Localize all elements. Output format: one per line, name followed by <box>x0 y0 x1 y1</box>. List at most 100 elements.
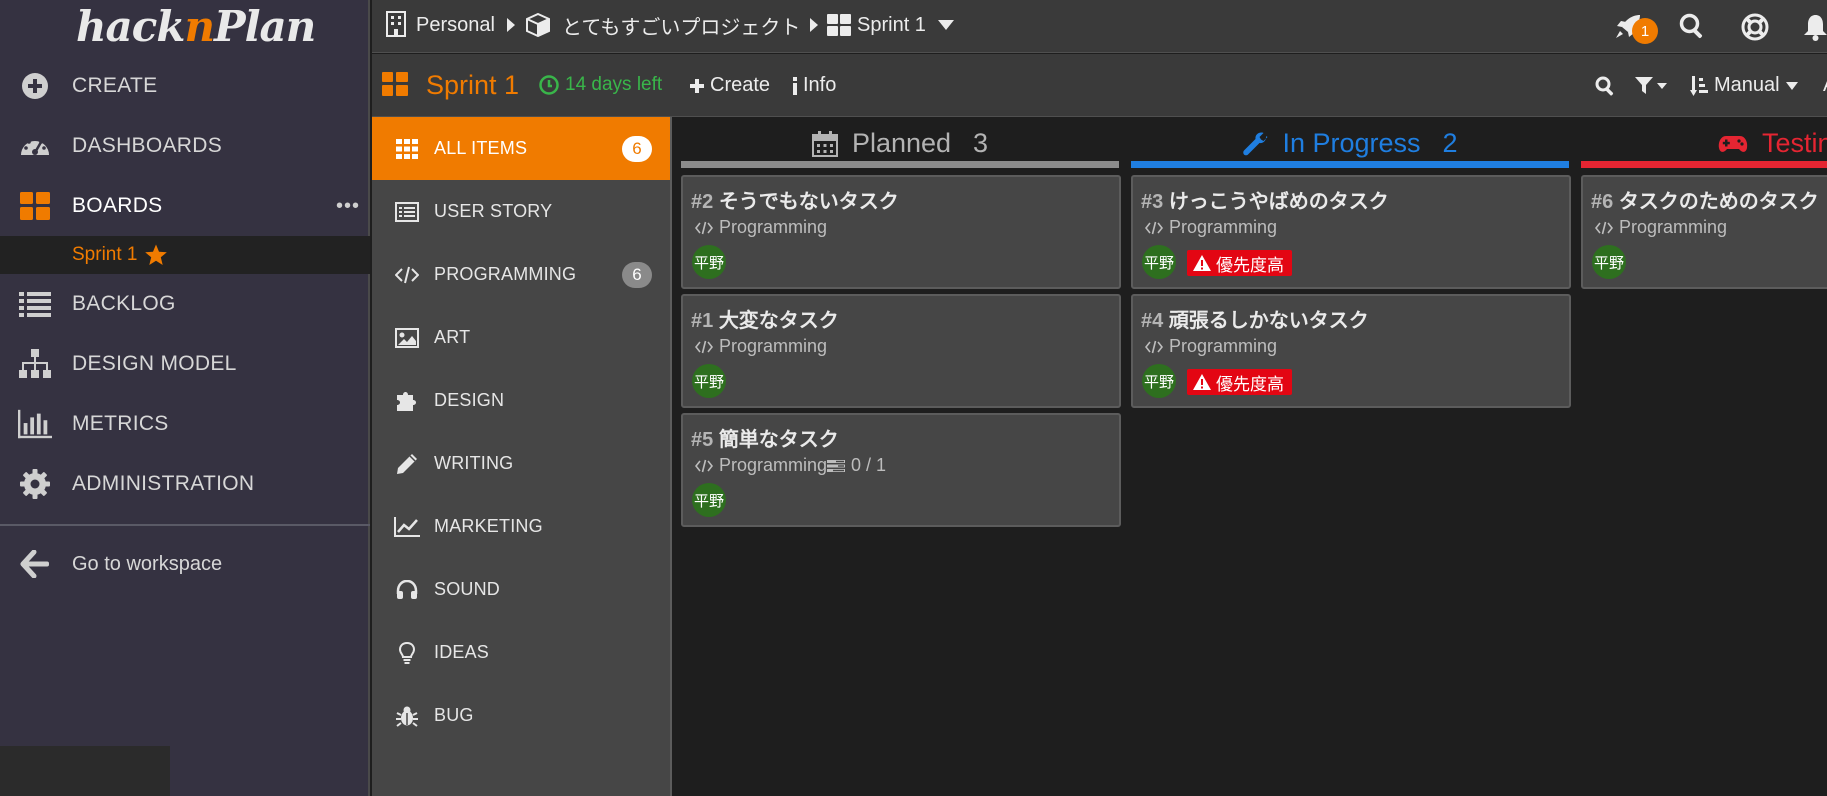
category-bug[interactable]: BUG <box>372 684 670 747</box>
nav-create[interactable]: CREATE <box>0 58 370 114</box>
app-logo[interactable]: hacknPlan <box>76 2 316 51</box>
boards-more-button[interactable]: ••• <box>336 195 360 218</box>
column-color-bar <box>681 161 1119 168</box>
breadcrumb-board[interactable]: Sprint 1 <box>857 0 926 50</box>
truncated-toolbar-item[interactable]: A <box>1823 74 1827 97</box>
list-card-icon <box>394 199 420 225</box>
subtasks-icon <box>827 459 845 473</box>
lifebuoy-icon[interactable] <box>1741 13 1769 41</box>
list-icon <box>18 287 52 321</box>
sort-dropdown[interactable]: Manual <box>1690 74 1798 97</box>
column-color-bar <box>1131 161 1569 168</box>
category-design[interactable]: DESIGN <box>372 369 670 432</box>
warning-icon <box>1193 255 1211 271</box>
avatar[interactable]: 平野 <box>1142 245 1176 279</box>
category-all-items[interactable]: ALL ITEMS 6 <box>372 117 670 180</box>
nav-boards-label: BOARDS <box>72 194 163 217</box>
bar-chart-icon <box>18 407 52 441</box>
column-title: In Progress <box>1282 128 1421 158</box>
category-ideas[interactable]: IDEAS <box>372 621 670 684</box>
breadcrumb-workspace[interactable]: Personal <box>416 0 495 50</box>
kanban-board: Planned 3 In Progress 2 Testing #2 そうでもな… <box>674 117 1827 796</box>
bell-icon[interactable] <box>1804 13 1827 41</box>
bug-icon <box>394 703 420 729</box>
avatar[interactable]: 平野 <box>1592 245 1626 279</box>
category-programming[interactable]: PROGRAMMING 6 <box>372 243 670 306</box>
category-count-badge: 6 <box>622 261 652 288</box>
task-title: #3 けっこうやばめのタスク <box>1141 191 1389 213</box>
nav-create-label: CREATE <box>72 74 158 97</box>
nav-sprint-1[interactable]: Sprint 1 <box>0 236 370 274</box>
task-card[interactable]: #1 大変なタスク Programming 平野 <box>681 294 1121 408</box>
star-icon[interactable] <box>144 243 168 267</box>
category-label: MARKETING <box>434 516 543 536</box>
cube-icon <box>526 13 550 37</box>
nav-design-model[interactable]: DESIGN MODEL <box>0 336 370 392</box>
breadcrumb-project[interactable]: とてもすごいプロジェクト <box>562 0 800 50</box>
info-icon <box>792 76 798 95</box>
gamepad-icon <box>1718 134 1748 154</box>
task-category: Programming <box>1145 217 1277 238</box>
task-card[interactable]: #5 簡単なタスク Programming 0 / 1 平野 <box>681 413 1121 527</box>
search-icon[interactable] <box>1679 13 1705 39</box>
code-icon <box>695 340 713 354</box>
go-to-workspace-label: Go to workspace <box>72 552 223 575</box>
warning-icon <box>1193 374 1211 390</box>
nav-dashboards[interactable]: DASHBOARDS <box>0 118 370 174</box>
category-writing[interactable]: WRITING <box>372 432 670 495</box>
nav-administration[interactable]: ADMINISTRATION <box>0 456 370 512</box>
days-left: 14 days left <box>539 74 662 96</box>
column-count: 2 <box>1442 128 1458 158</box>
avatar[interactable]: 平野 <box>692 364 726 398</box>
task-category: Programming <box>695 336 827 357</box>
left-navigation: hacknPlan CREATE DASHBOARDS BOARDS ••• S… <box>0 0 370 796</box>
task-category: Programming <box>695 217 827 238</box>
grid-icon <box>394 136 420 162</box>
priority-label: 優先度高 <box>1216 255 1284 275</box>
category-label: IDEAS <box>434 642 490 662</box>
nav-metrics[interactable]: METRICS <box>0 396 370 452</box>
nav-boards[interactable]: BOARDS ••• <box>0 178 370 234</box>
task-title: #4 頑張るしかないタスク <box>1141 310 1369 332</box>
task-title: #2 そうでもないタスク <box>691 191 899 213</box>
code-icon <box>1145 221 1163 235</box>
task-card[interactable]: #3 けっこうやばめのタスク Programming 平野 優先度高 <box>1131 175 1571 289</box>
create-button[interactable]: Create <box>690 74 770 97</box>
avatar[interactable]: 平野 <box>1142 364 1176 398</box>
category-label: SOUND <box>434 579 501 599</box>
avatar[interactable]: 平野 <box>692 245 726 279</box>
category-marketing[interactable]: MARKETING <box>372 495 670 558</box>
category-art[interactable]: ART <box>372 306 670 369</box>
column-title: Testing <box>1762 128 1827 158</box>
subtask-progress: 0 / 1 <box>827 455 886 476</box>
board-grid-icon <box>827 14 851 36</box>
column-color-bar <box>1581 161 1827 168</box>
category-user-story[interactable]: USER STORY <box>372 180 670 243</box>
nav-backlog[interactable]: BACKLOG <box>0 276 370 332</box>
nav-sprint-1-label: Sprint 1 <box>72 244 138 265</box>
category-sound[interactable]: SOUND <box>372 558 670 621</box>
go-to-workspace-link[interactable]: Go to workspace <box>0 536 370 592</box>
info-button[interactable]: Info <box>792 74 836 97</box>
nav-administration-label: ADMINISTRATION <box>72 472 255 495</box>
task-category: Programming <box>1595 217 1727 238</box>
category-label: ALL ITEMS <box>434 138 528 158</box>
task-category: Programming <box>1145 336 1277 357</box>
task-category-label: Programming <box>1169 336 1278 356</box>
filter-icon[interactable] <box>1635 77 1667 95</box>
code-icon <box>394 262 420 288</box>
task-category-label: Programming <box>1169 217 1278 237</box>
days-left-label: 14 days left <box>565 74 663 95</box>
avatar[interactable]: 平野 <box>692 483 726 517</box>
task-category-label: Programming <box>719 336 828 356</box>
task-category-label: Programming <box>719 217 828 237</box>
nav-dashboards-label: DASHBOARDS <box>72 134 223 157</box>
code-icon <box>1595 221 1613 235</box>
search-icon[interactable] <box>1595 76 1615 96</box>
task-card[interactable]: #2 そうでもないタスク Programming 平野 <box>681 175 1121 289</box>
task-card[interactable]: #6 タスクのためのタスク Programming 平野 <box>1581 175 1827 289</box>
headphones-icon <box>394 577 420 603</box>
chevron-down-icon[interactable] <box>938 20 954 30</box>
sort-amount-icon <box>1690 75 1708 96</box>
task-card[interactable]: #4 頑張るしかないタスク Programming 平野 優先度高 <box>1131 294 1571 408</box>
